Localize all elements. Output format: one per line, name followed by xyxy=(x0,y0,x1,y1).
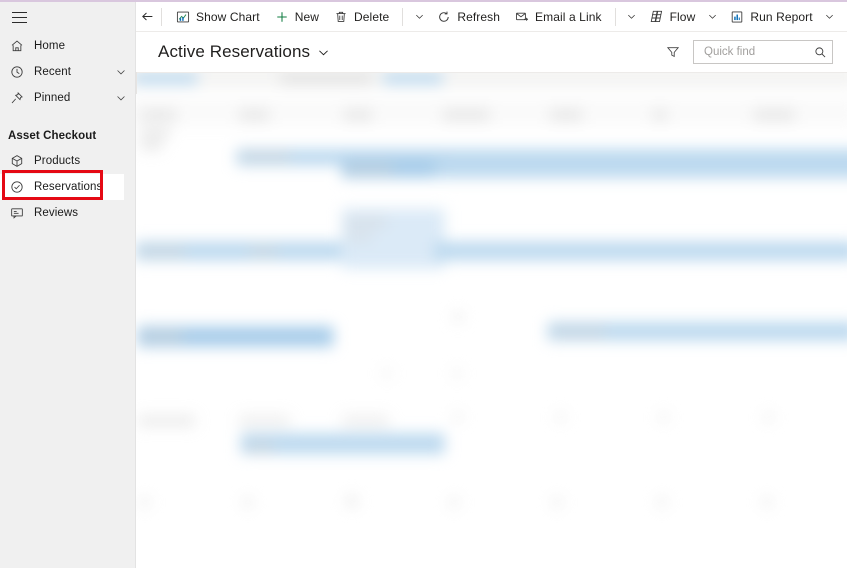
view-header-actions xyxy=(661,40,833,64)
sidebar-item-label: Products xyxy=(34,155,81,167)
hamburger-menu-icon[interactable] xyxy=(8,7,30,29)
email-caret-icon[interactable] xyxy=(622,3,642,31)
check-circle-icon xyxy=(8,178,26,196)
chevron-down-icon[interactable] xyxy=(115,66,129,78)
sidebar-item-home[interactable]: Home xyxy=(0,33,135,59)
sidebar-item-reservations[interactable]: Reservations xyxy=(0,174,124,200)
search-input[interactable] xyxy=(702,45,812,59)
home-icon xyxy=(8,37,26,55)
command-label: Run Report xyxy=(750,9,813,24)
refresh-button[interactable]: Refresh xyxy=(429,3,507,31)
app-window: Home Recent Pinned Asset Checkout Produc… xyxy=(0,0,847,568)
sidebar-item-products[interactable]: Products xyxy=(0,148,135,174)
delete-button[interactable]: Delete xyxy=(326,3,396,31)
command-label: Delete xyxy=(354,9,390,24)
command-label: Flow xyxy=(669,9,696,24)
grid-top-divider xyxy=(136,72,847,73)
sidebar-item-pinned[interactable]: Pinned xyxy=(0,85,135,111)
comment-icon xyxy=(8,204,26,222)
trash-icon xyxy=(333,9,349,25)
run-report-button[interactable]: Run Report xyxy=(722,3,819,31)
email-icon xyxy=(514,9,530,25)
chevron-down-icon[interactable] xyxy=(317,46,330,59)
show-chart-button[interactable]: Show Chart xyxy=(168,3,267,31)
chart-icon xyxy=(175,9,191,25)
sidebar-header xyxy=(0,2,135,33)
command-divider xyxy=(614,7,616,26)
new-button[interactable]: New xyxy=(267,3,326,31)
grid-left-divider xyxy=(136,72,137,94)
email-a-link-button[interactable]: Email a Link xyxy=(507,3,609,31)
pin-icon xyxy=(8,89,26,107)
more-commands-icon[interactable]: ⋮ xyxy=(840,3,847,31)
command-divider xyxy=(161,7,162,26)
sidebar-item-label: Pinned xyxy=(34,92,71,104)
chevron-down-icon[interactable] xyxy=(115,92,129,104)
refresh-icon xyxy=(436,9,452,25)
report-icon xyxy=(729,9,745,25)
command-label: Email a Link xyxy=(535,9,602,24)
sidebar-item-label: Home xyxy=(34,40,66,52)
record-grid[interactable] xyxy=(136,72,847,568)
clock-icon xyxy=(8,63,26,81)
sidebar: Home Recent Pinned Asset Checkout Produc… xyxy=(0,2,136,568)
delete-caret-icon[interactable] xyxy=(409,3,429,31)
product-box-icon xyxy=(8,152,26,170)
sidebar-group-title: Asset Checkout xyxy=(8,130,97,142)
sidebar-item-recent[interactable]: Recent xyxy=(0,59,135,85)
back-button[interactable] xyxy=(140,2,155,31)
flow-button[interactable]: Flow xyxy=(642,3,703,31)
run-report-caret-icon[interactable] xyxy=(820,3,840,31)
sidebar-item-label: Recent xyxy=(34,66,72,78)
grid-redacted-content xyxy=(136,72,847,568)
search-icon[interactable] xyxy=(812,46,828,59)
sidebar-item-reviews[interactable]: Reviews xyxy=(0,200,135,226)
view-header: Active Reservations xyxy=(136,32,847,72)
view-selector[interactable]: Active Reservations xyxy=(158,42,330,62)
search-box[interactable] xyxy=(693,40,833,64)
sidebar-item-label: Reviews xyxy=(34,207,79,219)
command-label: New xyxy=(294,9,320,24)
page-title: Active Reservations xyxy=(158,42,311,61)
flow-icon xyxy=(649,9,665,25)
plus-icon xyxy=(274,9,290,25)
command-label: Show Chart xyxy=(196,9,260,24)
main-content: Show Chart New Delete Refresh Email a Li… xyxy=(136,2,847,568)
flow-caret-icon[interactable] xyxy=(702,3,722,31)
command-divider xyxy=(402,7,404,26)
filter-icon[interactable] xyxy=(661,40,685,64)
sidebar-item-label: Reservations xyxy=(34,181,103,193)
command-bar: Show Chart New Delete Refresh Email a Li… xyxy=(136,2,847,32)
command-label: Refresh xyxy=(457,9,501,24)
